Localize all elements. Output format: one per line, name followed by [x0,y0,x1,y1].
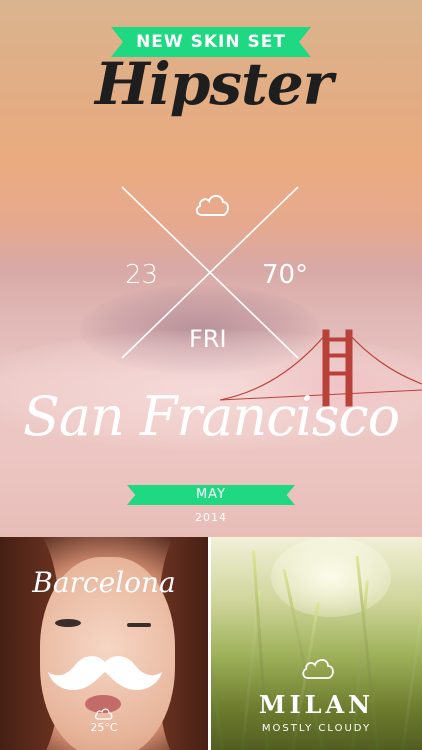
tile-city-name: Barcelona [32,566,176,599]
grass-blade [252,550,269,750]
mustache-icon [48,656,162,691]
cloud-icon [302,658,334,679]
tile-weather-condition: MOSTLY CLOUDY [261,723,372,734]
eye [127,623,151,627]
year-label: 2014 [195,511,227,524]
sun-glow [271,537,391,617]
skin-name-title: Hipster [95,50,333,118]
temperature-fahrenheit: 70° [262,260,309,290]
temperature-celsius: 23 [125,260,159,290]
main-city-name: San Francisco [22,385,400,448]
eye [55,619,81,627]
grass-blade [211,561,224,750]
tile-temperature: 25°C [90,721,118,734]
month-ribbon: MAY [127,485,295,505]
cloud-icon [95,708,113,720]
tile-city-name: MILAN [258,690,375,719]
cloud-icon [195,194,229,216]
